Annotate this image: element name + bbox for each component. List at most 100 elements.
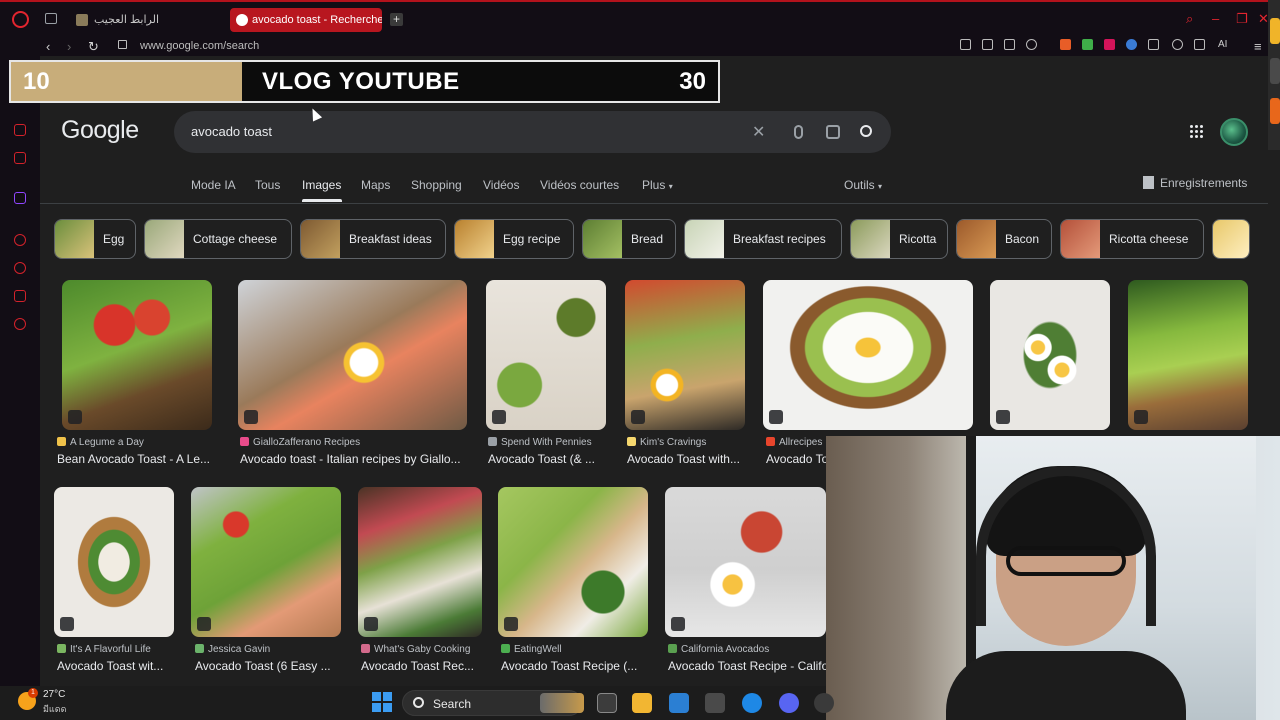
app-icon[interactable] bbox=[705, 693, 725, 713]
heart-icon[interactable] bbox=[1026, 39, 1037, 50]
sidebar-settings-icon[interactable] bbox=[14, 318, 26, 330]
result-source[interactable]: Spend With Pennies bbox=[488, 437, 592, 448]
result-image[interactable] bbox=[990, 280, 1110, 430]
result-title[interactable]: Avocado Toast (& ... bbox=[488, 452, 608, 466]
result-title[interactable]: Bean Avocado Toast - A Le... bbox=[57, 452, 217, 466]
new-tab-button[interactable]: + bbox=[390, 13, 403, 26]
bookmark-icon[interactable] bbox=[960, 39, 971, 50]
clear-icon[interactable]: ✕ bbox=[752, 122, 765, 142]
back-icon[interactable]: ‹ bbox=[46, 39, 50, 54]
reload-icon[interactable]: ↻ bbox=[88, 39, 99, 55]
rail-app-icon[interactable] bbox=[1270, 98, 1280, 124]
snapshot-icon[interactable] bbox=[982, 39, 993, 50]
google-logo[interactable]: Google bbox=[61, 116, 139, 145]
chip-egg[interactable]: Egg bbox=[54, 219, 136, 259]
result-source[interactable]: California Avocados bbox=[668, 644, 769, 655]
menu-icon[interactable]: ≡ bbox=[1254, 39, 1262, 54]
opera-logo-icon[interactable] bbox=[12, 11, 29, 28]
result-source[interactable]: EatingWell bbox=[501, 644, 562, 655]
search-input[interactable]: avocado toast bbox=[191, 124, 272, 139]
tab-maps[interactable]: Maps bbox=[361, 178, 390, 192]
result-image[interactable] bbox=[763, 280, 973, 430]
search-icon[interactable] bbox=[860, 125, 872, 137]
result-image[interactable] bbox=[62, 280, 212, 430]
chip-egg-recipe[interactable]: Egg recipe bbox=[454, 219, 574, 259]
download-icon[interactable] bbox=[1194, 39, 1205, 50]
result-image[interactable] bbox=[665, 487, 826, 637]
result-title[interactable]: Avocado Toast wit... bbox=[57, 659, 175, 673]
tools-button[interactable]: Outils ▾ bbox=[844, 178, 882, 192]
extension-green-icon[interactable] bbox=[1082, 39, 1093, 50]
sidebar-stack-icon[interactable] bbox=[14, 124, 26, 136]
tab-plus[interactable]: Plus ▾ bbox=[642, 178, 673, 192]
saved-button[interactable]: Enregistrements bbox=[1160, 176, 1247, 190]
tab-google-search[interactable]: avocado toast - Recherche bbox=[230, 8, 382, 32]
result-title[interactable]: Avocado Toast Rec... bbox=[361, 659, 485, 673]
sidebar-player-icon[interactable] bbox=[14, 234, 26, 246]
tab-videos[interactable]: Vidéos bbox=[483, 178, 519, 192]
chip-ricotta-cheese[interactable]: Ricotta cheese bbox=[1060, 219, 1204, 259]
minimize-button[interactable]: – bbox=[1212, 11, 1219, 26]
account-avatar[interactable] bbox=[1220, 118, 1248, 146]
tab-mode-ia[interactable]: Mode IA bbox=[191, 178, 236, 192]
chip-more[interactable] bbox=[1212, 219, 1250, 259]
result-title[interactable]: Avocado Toast (6 Easy ... bbox=[195, 659, 345, 673]
lens-icon[interactable] bbox=[826, 125, 840, 139]
result-source[interactable]: Allrecipes bbox=[766, 437, 822, 448]
file-explorer-icon[interactable] bbox=[632, 693, 652, 713]
result-title[interactable]: Avocado Toast Recipe (... bbox=[501, 659, 651, 673]
chip-ricotta[interactable]: Ricotta bbox=[850, 219, 948, 259]
result-title[interactable]: Avocado toast - Italian recipes by Giall… bbox=[240, 452, 468, 466]
result-title[interactable]: Avocado Toast with... bbox=[627, 452, 747, 466]
rail-app-icon[interactable] bbox=[1270, 18, 1280, 44]
result-source[interactable]: Jessica Gavin bbox=[195, 644, 270, 655]
sidebar-extensions-icon[interactable] bbox=[14, 290, 26, 302]
result-image[interactable] bbox=[238, 280, 467, 430]
weather-description[interactable]: มีแดด bbox=[43, 702, 66, 716]
maximize-button[interactable]: ❐ bbox=[1236, 11, 1248, 27]
result-image[interactable] bbox=[1128, 280, 1248, 430]
task-view-icon[interactable] bbox=[597, 693, 617, 713]
google-apps-icon[interactable] bbox=[1190, 125, 1204, 139]
rail-app-icon[interactable] bbox=[1270, 58, 1280, 84]
player-icon[interactable] bbox=[1004, 39, 1015, 50]
tab-videos-courtes[interactable]: Vidéos courtes bbox=[540, 178, 619, 192]
result-source[interactable]: What's Gaby Cooking bbox=[361, 644, 470, 655]
tab-arabic[interactable]: الرابط العجيب bbox=[72, 8, 220, 32]
chip-bread[interactable]: Bread bbox=[582, 219, 676, 259]
windows-start-icon[interactable] bbox=[372, 692, 392, 712]
forward-icon[interactable]: › bbox=[67, 39, 71, 54]
result-image[interactable] bbox=[625, 280, 745, 430]
result-title[interactable]: Avocado To bbox=[766, 452, 826, 466]
edge-icon[interactable] bbox=[742, 693, 762, 713]
search-tabs-icon[interactable]: ⌕ bbox=[1186, 11, 1193, 27]
url-field[interactable]: www.google.com/search bbox=[140, 40, 259, 52]
result-title[interactable]: Avocado Toast Recipe - Califo bbox=[668, 659, 826, 673]
store-icon[interactable] bbox=[669, 693, 689, 713]
sidebar-history-icon[interactable] bbox=[14, 262, 26, 274]
tab-images[interactable]: Images bbox=[302, 178, 341, 192]
chip-breakfast-recipes[interactable]: Breakfast recipes bbox=[684, 219, 842, 259]
result-source[interactable]: It's A Flavorful Life bbox=[57, 644, 151, 655]
result-image[interactable] bbox=[498, 487, 648, 637]
chip-bacon[interactable]: Bacon bbox=[956, 219, 1052, 259]
aria-ai-button[interactable]: AI bbox=[1218, 39, 1227, 50]
extension-blue-icon[interactable] bbox=[1126, 39, 1137, 50]
result-image[interactable] bbox=[54, 487, 174, 637]
chip-cottage-cheese[interactable]: Cottage cheese bbox=[144, 219, 292, 259]
search-box[interactable]: avocado toast ✕ bbox=[174, 111, 891, 153]
result-image[interactable] bbox=[191, 487, 341, 637]
result-image[interactable] bbox=[486, 280, 606, 430]
result-source[interactable]: Kim's Cravings bbox=[627, 437, 706, 448]
weather-temperature[interactable]: 27°C bbox=[43, 689, 65, 700]
extensions-puzzle-icon[interactable] bbox=[1148, 39, 1159, 50]
extension-hand-icon[interactable] bbox=[1060, 39, 1071, 50]
discord-icon[interactable] bbox=[779, 693, 799, 713]
profile-icon[interactable] bbox=[1172, 39, 1183, 50]
tab-tous[interactable]: Tous bbox=[255, 178, 280, 192]
tab-shopping[interactable]: Shopping bbox=[411, 178, 462, 192]
extension-shield-icon[interactable] bbox=[1104, 39, 1115, 50]
app-icon[interactable] bbox=[814, 693, 834, 713]
tab-manager-icon[interactable] bbox=[45, 13, 57, 24]
voice-search-icon[interactable] bbox=[794, 125, 803, 139]
